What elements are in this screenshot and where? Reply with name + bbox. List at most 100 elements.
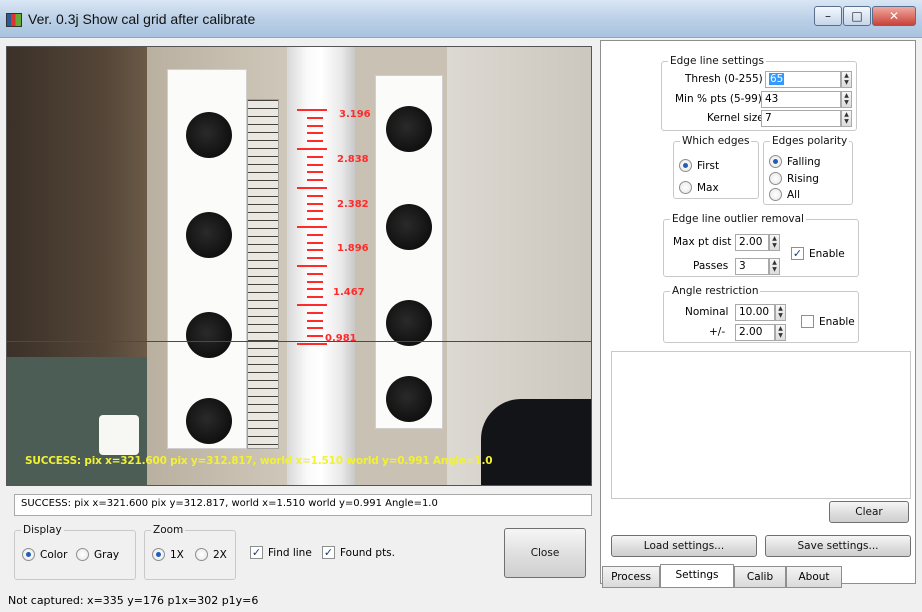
max-pt-dist-label: Max pt dist — [673, 236, 732, 248]
nominal-value: 10.00 — [739, 306, 770, 318]
which-edges-max-radio[interactable]: Max — [679, 181, 719, 194]
scene-dark-object — [481, 399, 591, 485]
cal-tick — [307, 335, 323, 338]
spinner-icon[interactable]: ▲ ▼ — [769, 234, 780, 251]
edge-line-settings-legend: Edge line settings — [670, 55, 764, 67]
cal-tick — [297, 304, 327, 306]
radio-icon — [76, 548, 89, 561]
outlier-enable-checkbox[interactable]: ✓ Enable — [791, 247, 845, 260]
close-button[interactable]: Close — [504, 528, 586, 578]
display-gray-radio[interactable]: Gray — [76, 548, 119, 561]
zoom-2x-label: 2X — [213, 548, 227, 561]
radio-icon — [679, 181, 692, 194]
angle-enable-label: Enable — [819, 315, 855, 328]
cal-tick — [307, 124, 323, 127]
max-pt-dist-input[interactable]: 2.00 — [735, 234, 769, 251]
angle-enable-checkbox[interactable]: Enable — [801, 315, 855, 328]
spinner-icon[interactable]: ▲ ▼ — [841, 91, 852, 108]
find-line-checkbox[interactable]: ✓ Find line — [250, 546, 312, 559]
zoom-2x-radio[interactable]: 2X — [195, 548, 227, 561]
settings-panel: Edge line settings Thresh (0-255) 65 ▲ ▼ … — [600, 40, 916, 584]
target-dot — [386, 376, 432, 422]
load-settings-button[interactable]: Load settings... — [611, 535, 757, 557]
cal-tick — [307, 132, 323, 135]
edges-polarity-legend: Edges polarity — [772, 135, 848, 147]
cal-tick — [307, 296, 323, 299]
cal-tick — [307, 171, 323, 174]
cal-tick — [307, 163, 323, 166]
target-dot — [186, 398, 232, 444]
save-settings-button[interactable]: Save settings... — [765, 535, 911, 557]
polarity-falling-radio[interactable]: Falling — [769, 155, 821, 168]
cal-label: 1.467 — [333, 287, 365, 298]
polarity-falling-label: Falling — [787, 155, 821, 168]
cal-tick — [307, 319, 323, 322]
max-pt-dist-value: 2.00 — [739, 236, 763, 248]
tab-settings[interactable]: Settings — [660, 564, 734, 588]
cal-label: 1.896 — [337, 243, 369, 254]
which-edges-max-label: Max — [697, 181, 719, 194]
nominal-input[interactable]: 10.00 — [735, 304, 775, 321]
passes-input[interactable]: 3 — [735, 258, 769, 275]
polarity-rising-label: Rising — [787, 172, 819, 185]
polarity-all-label: All — [787, 188, 801, 201]
spinner-icon[interactable]: ▲ ▼ — [769, 258, 780, 275]
tab-process[interactable]: Process — [602, 566, 660, 588]
cal-tick — [297, 226, 327, 228]
spinner-icon[interactable]: ▲ ▼ — [775, 324, 786, 341]
found-pts-label: Found pts. — [340, 546, 395, 559]
min-pts-input[interactable]: 43 — [761, 91, 841, 108]
kernel-value: 7 — [765, 112, 772, 124]
title-bar: Ver. 0.3j Show cal grid after calibrate … — [0, 0, 922, 38]
clear-button[interactable]: Clear — [829, 501, 909, 523]
tab-calib[interactable]: Calib — [734, 566, 786, 588]
calibration-line — [7, 341, 591, 342]
cal-tick — [307, 233, 323, 236]
checkmark-icon: ✓ — [250, 546, 263, 559]
maximize-icon[interactable]: □ — [843, 6, 871, 26]
close-window-icon[interactable]: ✕ — [872, 6, 916, 26]
app-icon — [6, 13, 22, 27]
zoom-legend: Zoom — [153, 524, 184, 536]
result-text-box[interactable]: SUCCESS: pix x=321.600 pix y=312.817, wo… — [14, 494, 592, 516]
zoom-1x-radio[interactable]: 1X — [152, 548, 184, 561]
cal-tick — [297, 148, 327, 150]
which-edges-first-radio[interactable]: First — [679, 159, 719, 172]
which-edges-first-label: First — [697, 159, 720, 172]
cal-label: 3.196 — [339, 109, 371, 120]
display-color-radio[interactable]: Color — [22, 548, 67, 561]
display-gray-label: Gray — [94, 548, 120, 561]
display-legend: Display — [23, 524, 62, 536]
checkmark-icon: ✓ — [791, 247, 804, 260]
tab-about[interactable]: About — [786, 566, 842, 588]
window-title: Ver. 0.3j Show cal grid after calibrate — [28, 11, 256, 27]
spinner-icon[interactable]: ▲ ▼ — [775, 304, 786, 321]
checkmark-icon: ✓ — [322, 546, 335, 559]
minimize-icon[interactable]: – — [814, 6, 842, 26]
client-area: 3.196 2.838 2.382 1.896 1.467 0.981 SUCC… — [0, 38, 922, 612]
spinner-icon[interactable]: ▲ ▼ — [841, 71, 852, 88]
cal-tick — [307, 194, 323, 197]
radio-icon — [769, 172, 782, 185]
cal-tick — [307, 218, 323, 221]
plusminus-input[interactable]: 2.00 — [735, 324, 775, 341]
thresh-input[interactable]: 65 — [765, 71, 841, 88]
zoom-1x-label: 1X — [170, 548, 184, 561]
polarity-all-radio[interactable]: All — [769, 188, 800, 201]
cal-tick — [307, 249, 323, 252]
radio-selected-icon — [22, 548, 35, 561]
cal-tick — [307, 116, 323, 119]
camera-view[interactable]: 3.196 2.838 2.382 1.896 1.467 0.981 SUCC… — [6, 46, 592, 486]
found-pts-checkbox[interactable]: ✓ Found pts. — [322, 546, 395, 559]
target-dot — [386, 106, 432, 152]
polarity-rising-radio[interactable]: Rising — [769, 172, 819, 185]
cal-label: 2.382 — [337, 199, 369, 210]
checkbox-empty-icon — [801, 315, 814, 328]
window-controls: – □ ✕ — [813, 6, 916, 26]
spinner-icon[interactable]: ▲ ▼ — [841, 110, 852, 127]
cal-tick — [307, 288, 323, 291]
thresh-value: 65 — [769, 73, 785, 85]
log-text-area[interactable] — [611, 351, 911, 499]
target-dot — [186, 212, 232, 258]
kernel-input[interactable]: 7 — [761, 110, 841, 127]
